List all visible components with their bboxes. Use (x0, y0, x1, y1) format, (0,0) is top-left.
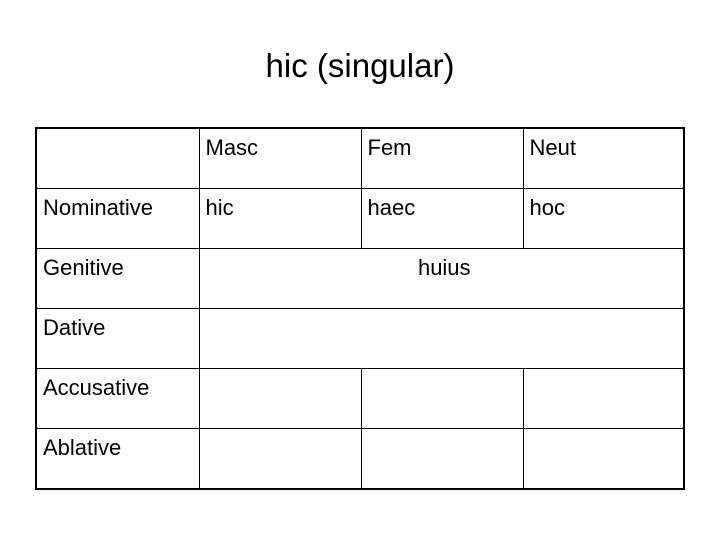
table-row: Ablative (36, 429, 684, 490)
form-nominative-fem: haec (361, 189, 523, 249)
form-accusative-fem (361, 369, 523, 429)
header-cell-neut: Neut (523, 128, 684, 189)
form-dative-all-genders (199, 309, 684, 369)
header-cell-fem: Fem (361, 128, 523, 189)
case-label-nominative: Nominative (36, 189, 199, 249)
case-label-ablative: Ablative (36, 429, 199, 490)
form-ablative-fem (361, 429, 523, 490)
form-ablative-masc (199, 429, 361, 490)
case-label-accusative: Accusative (36, 369, 199, 429)
header-cell-blank (36, 128, 199, 189)
slide: hic (singular) Masc Fem Neut Nominative … (0, 0, 720, 540)
case-label-dative: Dative (36, 309, 199, 369)
declension-table: Masc Fem Neut Nominative hic haec hoc Ge… (35, 127, 685, 490)
header-cell-masc: Masc (199, 128, 361, 189)
form-nominative-masc: hic (199, 189, 361, 249)
form-accusative-masc (199, 369, 361, 429)
case-label-genitive: Genitive (36, 249, 199, 309)
form-genitive-all-genders: huius (199, 249, 684, 309)
table-row: Nominative hic haec hoc (36, 189, 684, 249)
table-row: Accusative (36, 369, 684, 429)
table-row: Dative (36, 309, 684, 369)
form-ablative-neut (523, 429, 684, 490)
form-accusative-neut (523, 369, 684, 429)
page-title: hic (singular) (0, 46, 720, 86)
table-header-row: Masc Fem Neut (36, 128, 684, 189)
table-row: Genitive huius (36, 249, 684, 309)
form-nominative-neut: hoc (523, 189, 684, 249)
